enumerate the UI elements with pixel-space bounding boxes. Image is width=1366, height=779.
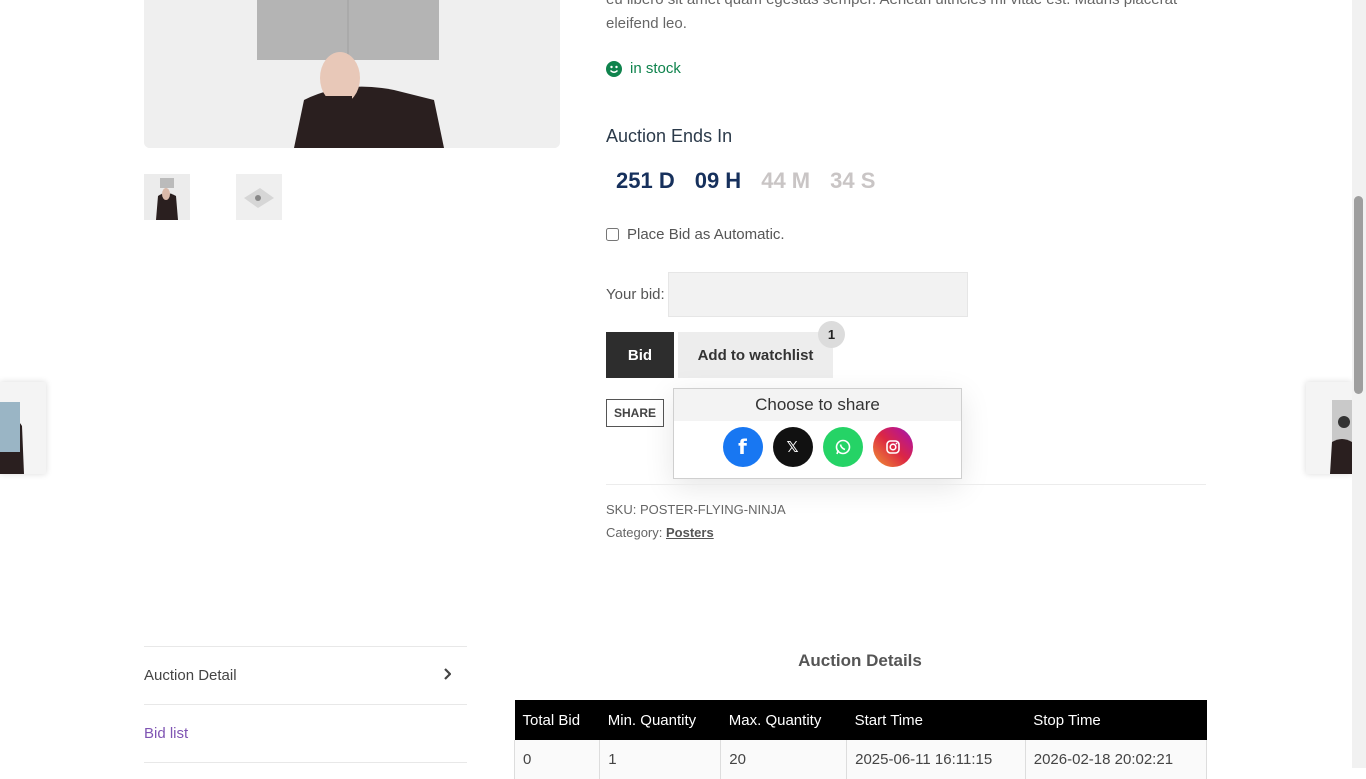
sku-value: POSTER-FLYING-NINJA (639, 502, 786, 517)
auto-bid-option[interactable]: Place Bid as Automatic. (606, 226, 785, 243)
watchlist-count-badge: 1 (818, 321, 845, 348)
column-header: Max. Quantity (720, 700, 847, 740)
auto-bid-label: Place Bid as Automatic. (627, 226, 785, 243)
chevron-right-icon (443, 667, 452, 684)
table-cell: 0 (513, 740, 601, 779)
column-header: Total Bid (514, 700, 600, 740)
share-popup: Choose to share f 𝕏 (673, 388, 962, 479)
bid-button[interactable]: Bid (606, 332, 674, 378)
table-cell: 2025-06-11 16:11:15 (846, 740, 1026, 779)
stock-status: in stock (606, 60, 681, 77)
your-bid-label: Your bid: (606, 286, 665, 303)
next-product-thumbnail[interactable] (1306, 382, 1352, 474)
table-cell: 1 (599, 740, 722, 779)
tab-bid-list[interactable]: Bid list (144, 704, 467, 762)
countdown-days: 251 D (616, 168, 675, 193)
product-thumbnail-2[interactable] (236, 174, 282, 220)
column-header: Start Time (846, 700, 1026, 740)
share-button[interactable]: SHARE (606, 399, 664, 427)
auction-ends-label: Auction Ends In (606, 126, 733, 146)
tab-auction-detail[interactable]: Auction Detail (144, 646, 467, 704)
column-header: Min. Quantity (599, 700, 721, 740)
auction-details-title: Auction Details (798, 651, 922, 670)
column-header: Stop Time (1025, 700, 1207, 740)
bid-amount-input[interactable] (668, 272, 968, 317)
product-description: eu libero sit amet quam egestas semper. … (606, 0, 1226, 36)
table-cell: 20 (720, 740, 848, 779)
table-cell: 2026-02-18 20:02:21 (1024, 740, 1208, 779)
countdown-hours: 09 H (694, 168, 742, 193)
description-line: eu libero sit amet quam egestas semper. … (606, 0, 1226, 12)
divider (606, 484, 1206, 485)
x-icon[interactable]: 𝕏 (772, 427, 813, 467)
tab-label: Bid list (144, 725, 189, 742)
table-row: 0 1 20 2025-06-11 16:11:15 2026-02-18 20… (513, 740, 1208, 779)
category-meta: Category: Posters (606, 525, 714, 540)
facebook-icon[interactable]: f (722, 427, 763, 467)
category-link[interactable]: Posters (666, 525, 714, 540)
countdown-minutes: 44 M (761, 168, 811, 193)
whatsapp-icon[interactable] (822, 427, 863, 467)
product-tabs: Auction Detail Bid list (144, 646, 467, 763)
auto-bid-checkbox[interactable] (606, 228, 619, 241)
product-thumbnail-1[interactable] (144, 174, 190, 220)
tab-label: Auction Detail (144, 667, 237, 684)
smile-icon (606, 60, 622, 77)
category-label: Category: (606, 525, 663, 540)
share-popup-title: Choose to share (674, 389, 961, 421)
scrollbar-thumb[interactable] (1354, 196, 1363, 394)
countdown-seconds: 34 S (830, 168, 876, 193)
table-header-row: Total Bid Min. Quantity Max. Quantity St… (514, 700, 1207, 740)
instagram-icon[interactable] (872, 427, 913, 467)
description-line: eleifend leo. (606, 15, 687, 32)
stock-text: in stock (630, 60, 681, 77)
auction-countdown: 251 D 09 H 44 M 34 S (606, 168, 885, 194)
previous-product-thumbnail[interactable] (0, 382, 46, 474)
sku-label: SKU: (606, 502, 637, 517)
product-main-image[interactable] (144, 0, 560, 148)
add-to-watchlist-button[interactable]: Add to watchlist (678, 332, 833, 378)
tabs-bottom-border (144, 762, 467, 763)
auction-details-table: Total Bid Min. Quantity Max. Quantity St… (513, 700, 1208, 779)
sku-meta: SKU: POSTER-FLYING-NINJA (606, 502, 786, 517)
